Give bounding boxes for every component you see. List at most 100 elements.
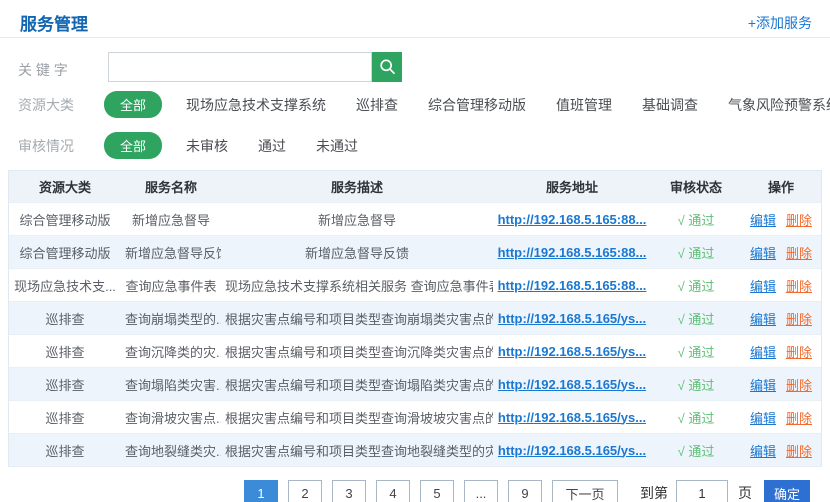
search-button[interactable] (372, 52, 402, 82)
cell-name: 查询沉降类的灾... (121, 342, 221, 361)
status-badge: 通过 (688, 312, 714, 327)
page-ellipsis[interactable]: ... (464, 480, 498, 502)
page-button-5[interactable]: 5 (420, 480, 454, 502)
status-check-icon: √ (678, 345, 685, 360)
delete-button[interactable]: 删除 (786, 309, 812, 328)
table-row: 综合管理移动版 新增应急督导反馈 新增应急督导反馈 http://192.168… (9, 236, 821, 269)
delete-button[interactable]: 删除 (786, 342, 812, 361)
edit-button[interactable]: 编辑 (750, 375, 776, 394)
col-header-status: 审核状态 (651, 177, 741, 196)
col-header-ops: 操作 (741, 177, 821, 196)
add-service-button[interactable]: +添加服务 (748, 13, 812, 33)
service-url-link[interactable]: http://192.168.5.165/ys... (498, 344, 646, 359)
delete-button[interactable]: 删除 (786, 243, 812, 262)
delete-button[interactable]: 删除 (786, 408, 812, 427)
page-button-3[interactable]: 3 (332, 480, 366, 502)
status-badge: 通过 (688, 444, 714, 459)
next-page-button[interactable]: 下一页 (552, 480, 618, 502)
cell-desc: 根据灾害点编号和项目类型查询地裂缝类型的灾害... (221, 441, 493, 460)
table-row: 巡排查 查询沉降类的灾... 根据灾害点编号和项目类型查询沉降类灾害点的详...… (9, 335, 821, 368)
status-badge: 通过 (688, 213, 714, 228)
audit-option-all[interactable]: 全部 (104, 132, 162, 159)
goto-confirm-button[interactable]: 确定 (764, 480, 810, 502)
cell-name: 查询崩塌类型的... (121, 309, 221, 328)
service-url-link[interactable]: http://192.168.5.165/ys... (498, 377, 646, 392)
col-header-url: 服务地址 (493, 177, 651, 196)
status-check-icon: √ (678, 411, 685, 426)
page-button-4[interactable]: 4 (376, 480, 410, 502)
service-url-link[interactable]: http://192.168.5.165/ys... (498, 311, 646, 326)
page-button-2[interactable]: 2 (288, 480, 322, 502)
search-input[interactable] (108, 52, 372, 82)
cell-category: 综合管理移动版 (9, 243, 121, 262)
delete-button[interactable]: 删除 (786, 375, 812, 394)
category-option-patrol[interactable]: 巡排查 (356, 95, 398, 115)
cell-name: 查询塌陷类灾害... (121, 375, 221, 394)
service-url-link[interactable]: http://192.168.5.165:88... (498, 212, 647, 227)
service-url-link[interactable]: http://192.168.5.165/ys... (498, 410, 646, 425)
service-url-link[interactable]: http://192.168.5.165:88... (498, 278, 647, 293)
keyword-label: 关 键 字 (18, 60, 68, 80)
col-header-desc: 服务描述 (221, 177, 493, 196)
status-badge: 通过 (688, 279, 714, 294)
cell-category: 巡排查 (9, 441, 121, 460)
table-row: 巡排查 查询塌陷类灾害... 根据灾害点编号和项目类型查询塌陷类灾害点的详...… (9, 368, 821, 401)
service-url-link[interactable]: http://192.168.5.165:88... (498, 245, 647, 260)
cell-category: 综合管理移动版 (9, 210, 121, 229)
table-header-row: 资源大类 服务名称 服务描述 服务地址 审核状态 操作 (9, 171, 821, 203)
status-check-icon: √ (678, 444, 685, 459)
cell-name: 查询应急事件表 (121, 276, 221, 295)
cell-desc: 新增应急督导反馈 (221, 243, 493, 262)
delete-button[interactable]: 删除 (786, 210, 812, 229)
category-filter-label: 资源大类 (18, 95, 92, 115)
edit-button[interactable]: 编辑 (750, 243, 776, 262)
audit-option-failed[interactable]: 未通过 (316, 136, 358, 156)
status-badge: 通过 (688, 246, 714, 261)
category-option-mobile-mgmt[interactable]: 综合管理移动版 (428, 95, 526, 115)
cell-category: 巡排查 (9, 375, 121, 394)
table-row: 巡排查 查询崩塌类型的... 根据灾害点编号和项目类型查询崩塌类灾害点的详...… (9, 302, 821, 335)
status-check-icon: √ (678, 213, 685, 228)
page-button-1[interactable]: 1 (244, 480, 278, 502)
category-option-basic-survey[interactable]: 基础调查 (642, 95, 698, 115)
page-button-9[interactable]: 9 (508, 480, 542, 502)
category-option-field-emergency[interactable]: 现场应急技术支撑系统 (186, 95, 326, 115)
category-option-weather-risk[interactable]: 气象风险预警系统 (728, 95, 830, 115)
edit-button[interactable]: 编辑 (750, 309, 776, 328)
audit-option-passed[interactable]: 通过 (258, 136, 286, 156)
delete-button[interactable]: 删除 (786, 441, 812, 460)
service-table: 资源大类 服务名称 服务描述 服务地址 审核状态 操作 综合管理移动版 新增应急… (8, 170, 822, 467)
category-option-duty-mgmt[interactable]: 值班管理 (556, 95, 612, 115)
service-management-page: 服务管理 +添加服务 关 键 字 资源大类 全部 现场应急技术支撑系统 巡排查 … (0, 0, 830, 502)
edit-button[interactable]: 编辑 (750, 276, 776, 295)
cell-name: 查询地裂缝类灾... (121, 441, 221, 460)
cell-desc: 根据灾害点编号和项目类型查询滑坡坡灾害点的详... (221, 408, 493, 427)
category-option-all[interactable]: 全部 (104, 91, 162, 118)
cell-name: 新增应急督导 (121, 210, 221, 229)
goto-page-suffix: 页 (738, 483, 752, 502)
cell-desc: 新增应急督导 (221, 210, 493, 229)
status-check-icon: √ (678, 378, 685, 393)
table-row: 综合管理移动版 新增应急督导 新增应急督导 http://192.168.5.1… (9, 203, 821, 236)
cell-category: 现场应急技术支... (9, 276, 121, 295)
edit-button[interactable]: 编辑 (750, 408, 776, 427)
goto-page-input[interactable] (676, 480, 728, 502)
goto-page-prefix: 到第 (640, 483, 668, 502)
status-check-icon: √ (678, 312, 685, 327)
status-badge: 通过 (688, 345, 714, 360)
cell-category: 巡排查 (9, 408, 121, 427)
edit-button[interactable]: 编辑 (750, 210, 776, 229)
table-row: 现场应急技术支... 查询应急事件表 现场应急技术支撑系统相关服务 查询应急事件… (9, 269, 821, 302)
col-header-category: 资源大类 (9, 177, 121, 196)
status-check-icon: √ (678, 279, 685, 294)
edit-button[interactable]: 编辑 (750, 441, 776, 460)
col-header-name: 服务名称 (121, 177, 221, 196)
cell-category: 巡排查 (9, 342, 121, 361)
delete-button[interactable]: 删除 (786, 276, 812, 295)
search-icon (377, 57, 397, 77)
audit-option-unreviewed[interactable]: 未审核 (186, 136, 228, 156)
service-url-link[interactable]: http://192.168.5.165/ys... (498, 443, 646, 458)
cell-category: 巡排查 (9, 309, 121, 328)
status-badge: 通过 (688, 411, 714, 426)
edit-button[interactable]: 编辑 (750, 342, 776, 361)
